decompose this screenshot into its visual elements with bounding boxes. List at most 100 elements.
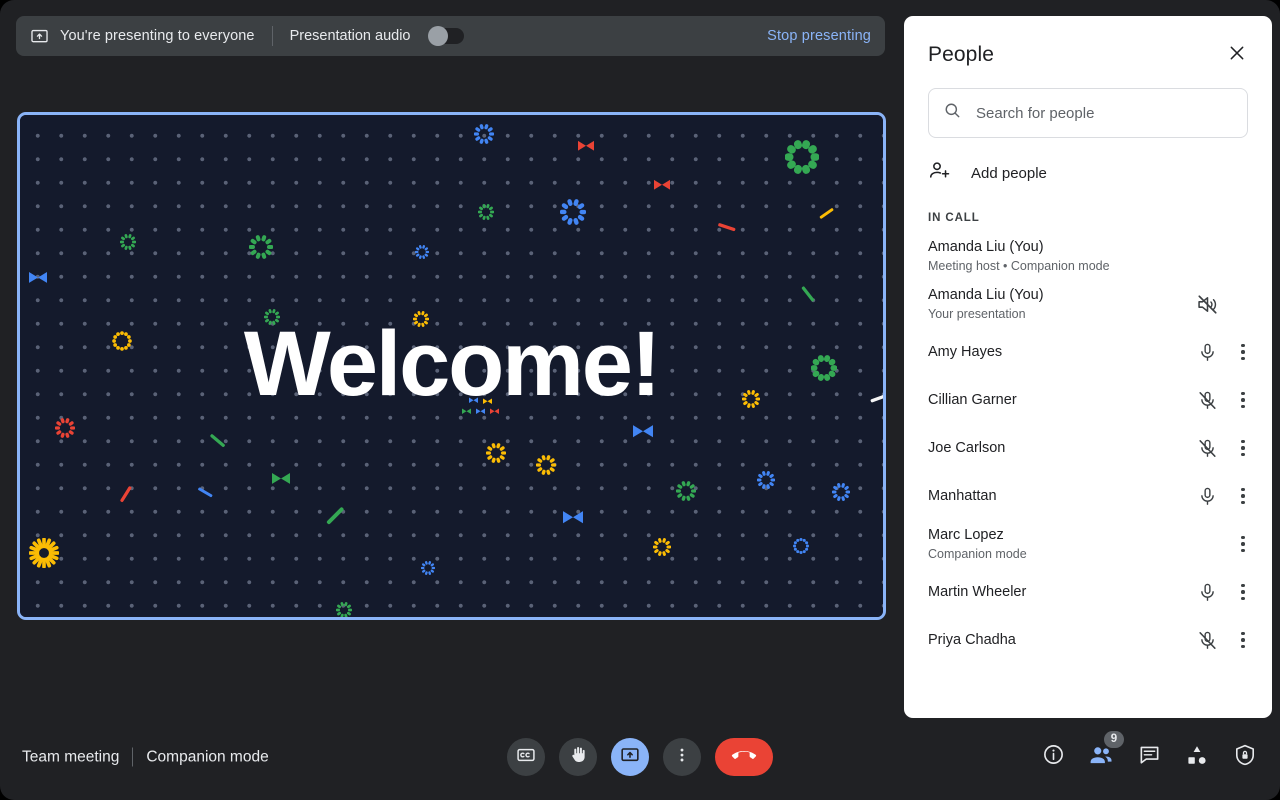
presentation-audio-toggle[interactable] (427, 26, 464, 46)
volume-off-icon[interactable] (1190, 287, 1224, 321)
leave-call-button[interactable] (715, 738, 773, 776)
present-now-button[interactable] (611, 738, 649, 776)
confetti-bowtie (633, 424, 653, 443)
person-names: Amanda Liu (You) Your presentation (928, 286, 1190, 323)
confetti-bowtie (654, 178, 670, 196)
presenting-status-text: You're presenting to everyone (60, 28, 255, 44)
person-names: Manhattan (928, 487, 1190, 506)
people-count-badge: 9 (1104, 731, 1124, 748)
person-row[interactable]: Priya Chadha (928, 616, 1258, 664)
person-row[interactable]: Cillian Garner (928, 376, 1258, 424)
people-list[interactable]: Amanda Liu (You) Meeting host • Companion… (904, 232, 1272, 718)
confetti-stick (113, 482, 142, 509)
person-subtitle: Your presentation (928, 306, 1026, 321)
presentation-audio-label: Presentation audio (289, 28, 411, 44)
add-people-label: Add people (971, 164, 1047, 182)
bottom-toolbar: Team meeting Companion mode 9 (0, 714, 1280, 800)
person-row[interactable]: Amanda Liu (You) Your presentation (928, 280, 1258, 328)
person-action-placeholder (1190, 239, 1224, 273)
confetti-burst (652, 538, 672, 561)
present-to-all-icon (30, 27, 49, 46)
person-names: Marc Lopez Companion mode (928, 526, 1190, 563)
person-row[interactable]: Manhattan (928, 472, 1258, 520)
person-names: Martin Wheeler (928, 583, 1190, 602)
people-panel-header: People (904, 16, 1272, 68)
meeting-info-divider (132, 747, 134, 767)
more-vert-icon (1241, 631, 1245, 649)
confetti-burst (119, 234, 137, 255)
person-names: Priya Chadha (928, 631, 1190, 650)
person-row[interactable]: Amy Hayes (928, 328, 1258, 376)
meeting-details-button[interactable] (1040, 744, 1066, 770)
person-row[interactable]: Marc Lopez Companion mode (928, 520, 1258, 568)
person-more-placeholder (1228, 287, 1258, 321)
activities-button[interactable] (1184, 744, 1210, 770)
person-more-placeholder (1228, 239, 1258, 273)
confetti-burst (54, 418, 76, 443)
banner-divider (271, 26, 273, 46)
mic-off-icon[interactable] (1190, 623, 1224, 657)
person-name: Martin Wheeler (928, 583, 1027, 600)
person-row[interactable]: Amanda Liu (You) Meeting host • Companion… (928, 232, 1258, 280)
confetti-burst (535, 455, 557, 480)
add-people-button[interactable]: Add people (928, 160, 1248, 186)
more-options-button[interactable] (663, 738, 701, 776)
meeting-info: Team meeting Companion mode (22, 747, 269, 767)
captions-button[interactable] (507, 738, 545, 776)
person-more-button[interactable] (1228, 623, 1258, 657)
search-people-box[interactable] (928, 88, 1248, 138)
mic-on-icon[interactable] (1190, 479, 1224, 513)
person-more-button[interactable] (1228, 479, 1258, 513)
activities-shapes-icon (1185, 743, 1209, 772)
confetti-burst (675, 481, 697, 506)
confetti-burst (335, 602, 353, 617)
person-more-button[interactable] (1228, 527, 1258, 561)
more-vert-icon (673, 746, 691, 769)
close-icon (1227, 43, 1247, 68)
confetti-burst (485, 443, 507, 468)
person-name: Amanda Liu (You) (928, 238, 1044, 255)
toggle-knob (427, 26, 448, 46)
meet-window: You're presenting to everyone Presentati… (0, 0, 1280, 800)
meeting-mode-label: Companion mode (146, 748, 269, 765)
people-panel: People Search for people Add people IN C… (904, 16, 1272, 718)
confetti-burst (559, 199, 587, 230)
more-vert-icon (1241, 487, 1245, 505)
confetti-burst (831, 483, 851, 506)
more-vert-icon (1241, 439, 1245, 457)
host-controls-button[interactable] (1232, 744, 1258, 770)
person-more-button[interactable] (1228, 431, 1258, 465)
search-input[interactable] (976, 104, 1233, 122)
person-row[interactable]: Joe Carlson (928, 424, 1258, 472)
raise-hand-button[interactable] (559, 738, 597, 776)
confetti-stick (815, 202, 840, 228)
slide-title: Welcome! (243, 313, 661, 416)
mic-off-icon[interactable] (1190, 431, 1224, 465)
confetti-bowtie (578, 139, 594, 157)
chat-button[interactable] (1136, 744, 1162, 770)
stop-presenting-button[interactable]: Stop presenting (767, 28, 871, 44)
person-more-button[interactable] (1228, 335, 1258, 369)
mic-on-icon[interactable] (1190, 575, 1224, 609)
more-vert-icon (1241, 583, 1245, 601)
mic-off-icon[interactable] (1190, 383, 1224, 417)
presentation-stage[interactable]: Welcome! (17, 112, 886, 620)
person-more-button[interactable] (1228, 575, 1258, 609)
confetti-stick (714, 216, 738, 243)
more-vert-icon (1241, 535, 1245, 553)
person-row[interactable]: Martin Wheeler (928, 568, 1258, 616)
confetti-bowtie (29, 271, 47, 289)
person-name: Joe Carlson (928, 439, 1006, 456)
person-name: Marc Lopez (928, 526, 1004, 543)
people-panel-title: People (928, 43, 994, 66)
more-vert-icon (1241, 343, 1245, 361)
person-more-button[interactable] (1228, 383, 1258, 417)
person-name: Amanda Liu (You) (928, 286, 1044, 303)
right-toolbar: 9 (1040, 731, 1258, 770)
confetti-stick (202, 428, 231, 457)
confetti-stick (320, 500, 355, 535)
meeting-title: Team meeting (22, 748, 120, 765)
mic-on-icon[interactable] (1190, 335, 1224, 369)
close-panel-button[interactable] (1224, 42, 1250, 68)
people-button[interactable]: 9 (1088, 731, 1124, 770)
